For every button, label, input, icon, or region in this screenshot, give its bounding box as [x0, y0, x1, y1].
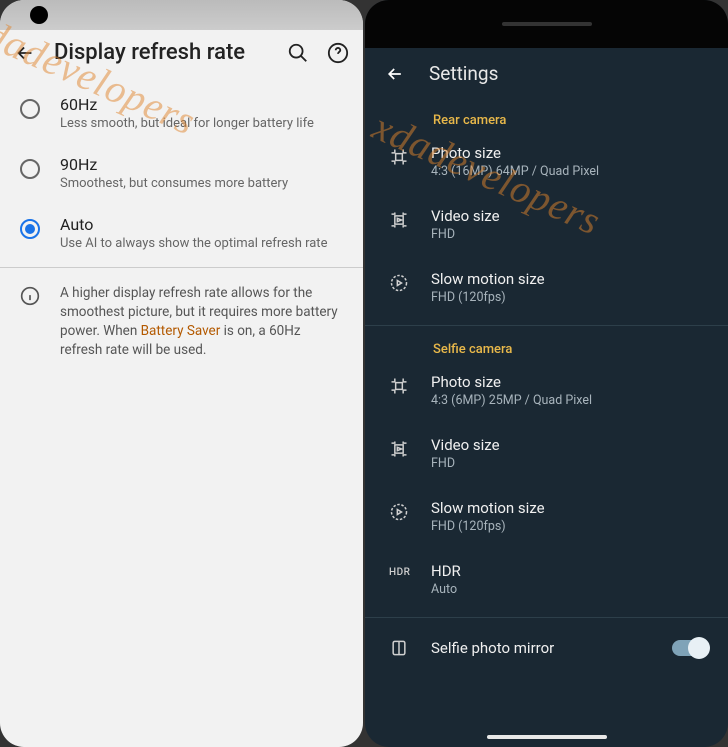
- back-icon[interactable]: [14, 42, 36, 64]
- setting-selfie-mirror[interactable]: Selfie photo mirror: [365, 624, 728, 672]
- radio-icon: [20, 99, 40, 119]
- divider: [0, 267, 363, 268]
- setting-title: Video size: [431, 436, 708, 454]
- setting-photo-size-selfie[interactable]: Photo size 4:3 (6MP) 25MP / Quad Pixel: [365, 359, 728, 422]
- mirror-icon: [389, 638, 409, 658]
- setting-title: Photo size: [431, 144, 708, 162]
- hdr-icon: HDR: [389, 567, 409, 578]
- option-auto[interactable]: Auto Use AI to always show the optimal r…: [0, 203, 363, 263]
- toggle-label: Selfie photo mirror: [431, 639, 650, 657]
- slowmo-icon: [389, 502, 409, 522]
- setting-title: Slow motion size: [431, 270, 708, 288]
- camera-hole: [30, 6, 48, 24]
- option-title: Auto: [60, 215, 343, 234]
- toggle-switch[interactable]: [672, 640, 708, 656]
- video-size-icon: [389, 439, 409, 459]
- top-bezel: [365, 0, 728, 48]
- search-icon[interactable]: [287, 42, 309, 64]
- statusbar: [0, 0, 363, 30]
- option-60hz[interactable]: 60Hz Less smooth, but ideal for longer b…: [0, 83, 363, 143]
- option-title: 60Hz: [60, 95, 343, 114]
- slowmo-icon: [389, 273, 409, 293]
- setting-slowmo-rear[interactable]: Slow motion size FHD (120fps): [365, 256, 728, 319]
- gesture-bar[interactable]: [487, 735, 607, 739]
- info-row: A higher display refresh rate allows for…: [0, 272, 363, 372]
- radio-icon: [20, 159, 40, 179]
- setting-title: Slow motion size: [431, 499, 708, 517]
- header: Settings: [365, 48, 728, 103]
- setting-hdr[interactable]: HDR HDR Auto: [365, 548, 728, 611]
- divider: [365, 325, 728, 326]
- setting-video-size-rear[interactable]: Video size FHD: [365, 193, 728, 256]
- divider: [365, 617, 728, 618]
- option-title: 90Hz: [60, 155, 343, 174]
- option-desc: Smoothest, but consumes more battery: [60, 176, 343, 191]
- setting-value: Auto: [431, 582, 708, 597]
- phone-right-camera-settings: Settings Rear camera Photo size 4:3 (16M…: [365, 0, 728, 747]
- page-title: Settings: [429, 62, 498, 85]
- setting-value: FHD (120fps): [431, 290, 708, 305]
- setting-photo-size-rear[interactable]: Photo size 4:3 (16MP) 64MP / Quad Pixel: [365, 130, 728, 193]
- video-size-icon: [389, 210, 409, 230]
- radio-icon-selected: [20, 219, 40, 239]
- setting-value: 4:3 (6MP) 25MP / Quad Pixel: [431, 393, 708, 408]
- setting-title: Photo size: [431, 373, 708, 391]
- section-label-rear: Rear camera: [365, 103, 728, 130]
- battery-saver-link[interactable]: Battery Saver: [141, 323, 221, 339]
- setting-value: FHD: [431, 227, 708, 242]
- phone-left-display-settings: Display refresh rate 60Hz Less smooth, b…: [0, 0, 363, 747]
- photo-size-icon: [389, 376, 409, 396]
- setting-video-size-selfie[interactable]: Video size FHD: [365, 422, 728, 485]
- setting-value: FHD: [431, 456, 708, 471]
- setting-title: HDR: [431, 562, 708, 580]
- setting-slowmo-selfie[interactable]: Slow motion size FHD (120fps): [365, 485, 728, 548]
- option-desc: Less smooth, but ideal for longer batter…: [60, 116, 343, 131]
- setting-title: Video size: [431, 207, 708, 225]
- info-text: A higher display refresh rate allows for…: [60, 284, 343, 360]
- back-icon[interactable]: [385, 64, 405, 84]
- photo-size-icon: [389, 147, 409, 167]
- setting-value: 4:3 (16MP) 64MP / Quad Pixel: [431, 164, 708, 179]
- option-90hz[interactable]: 90Hz Smoothest, but consumes more batter…: [0, 143, 363, 203]
- page-title: Display refresh rate: [54, 40, 269, 65]
- option-desc: Use AI to always show the optimal refres…: [60, 236, 343, 251]
- section-label-selfie: Selfie camera: [365, 332, 728, 359]
- speaker-grille: [502, 22, 592, 26]
- info-icon: [20, 286, 40, 306]
- setting-value: FHD (120fps): [431, 519, 708, 534]
- help-icon[interactable]: [327, 42, 349, 64]
- header: Display refresh rate: [0, 30, 363, 83]
